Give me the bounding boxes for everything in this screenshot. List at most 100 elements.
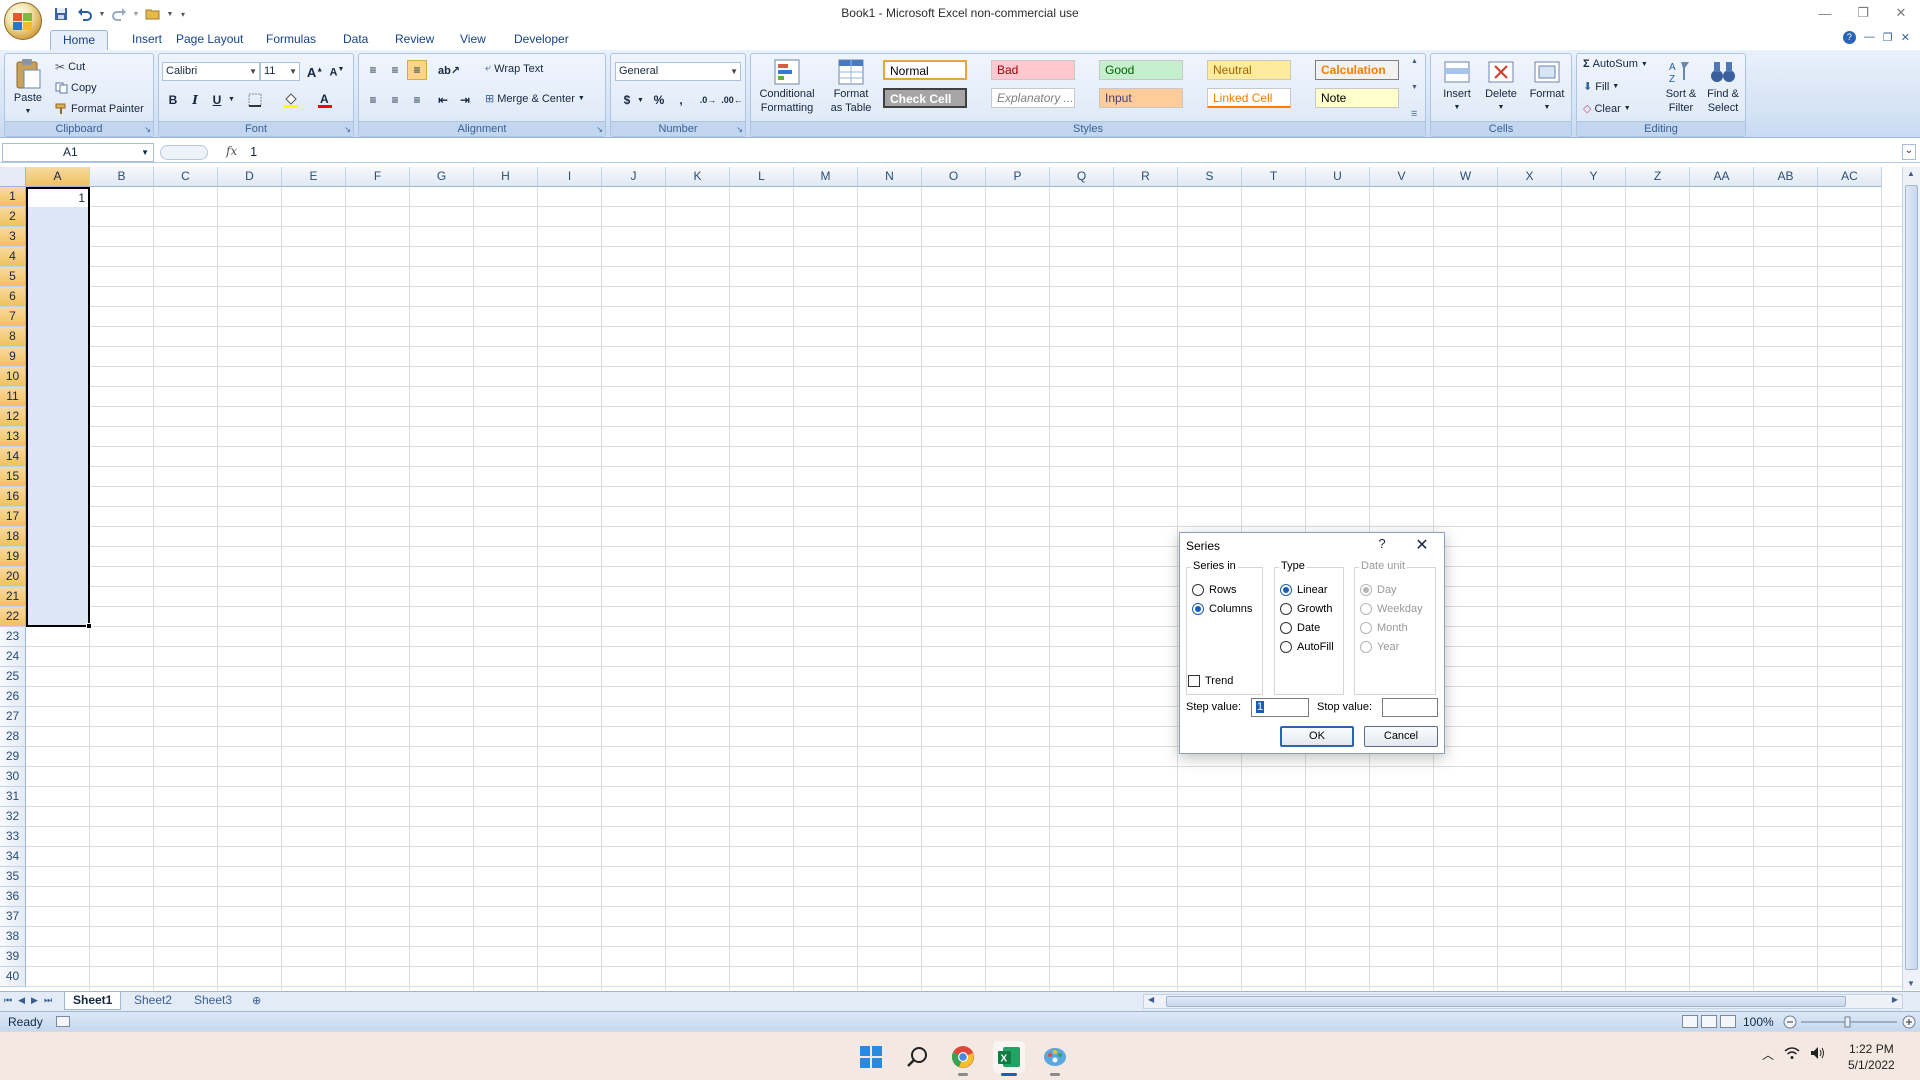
ok-button[interactable]: OK	[1280, 726, 1354, 747]
shrink-font-button[interactable]: A▼	[327, 62, 347, 82]
clipboard-launcher-icon[interactable]: ↘	[144, 125, 151, 134]
cell-a1[interactable]: 1	[28, 189, 88, 207]
tab-page-layout[interactable]: Page Layout	[164, 30, 255, 50]
row-header-29[interactable]: 29	[0, 747, 26, 767]
page-break-view-icon[interactable]	[1720, 1015, 1736, 1028]
workbook-restore-icon[interactable]: ❐	[1883, 31, 1893, 44]
column-header-ac[interactable]: AC	[1818, 167, 1882, 187]
align-center-button[interactable]: ≡	[385, 90, 405, 110]
sheet-tab-sheet1[interactable]: Sheet1	[64, 992, 122, 1010]
stop-value-input[interactable]	[1382, 698, 1438, 717]
align-bottom-button[interactable]: ≡	[407, 60, 427, 80]
row-header-30[interactable]: 30	[0, 767, 26, 787]
column-header-h[interactable]: H	[474, 167, 538, 187]
column-header-j[interactable]: J	[602, 167, 666, 187]
gallery-up-icon[interactable]: ▲	[1411, 58, 1423, 65]
series-rows-radio[interactable]: Rows	[1192, 584, 1237, 596]
macro-record-icon[interactable]	[56, 1016, 70, 1027]
delete-cells-button[interactable]: Delete ▼	[1481, 58, 1521, 114]
column-header-aa[interactable]: AA	[1690, 167, 1754, 187]
row-header-11[interactable]: 11	[0, 387, 26, 407]
column-header-q[interactable]: Q	[1050, 167, 1114, 187]
sort-filter-button[interactable]: AZ Sort & Filter	[1661, 58, 1701, 114]
row-header-37[interactable]: 37	[0, 907, 26, 927]
row-header-16[interactable]: 16	[0, 487, 26, 507]
search-button[interactable]	[901, 1041, 933, 1073]
grow-font-button[interactable]: A▲	[305, 62, 325, 82]
insert-cells-button[interactable]: Insert ▼	[1437, 58, 1477, 114]
prev-sheet-icon[interactable]: ◀	[18, 995, 25, 1006]
row-header-27[interactable]: 27	[0, 707, 26, 727]
font-name-combo[interactable]: Calibri ▼	[162, 62, 260, 81]
orientation-button[interactable]: ab↗	[435, 60, 463, 80]
style-calculation[interactable]: Calculation	[1315, 60, 1399, 80]
format-painter-button[interactable]: Format Painter	[55, 103, 144, 115]
fill-handle[interactable]	[86, 623, 92, 629]
row-header-9[interactable]: 9	[0, 347, 26, 367]
sheet-tab-sheet3[interactable]: Sheet3	[186, 992, 240, 1010]
comma-button[interactable]: ,	[671, 90, 691, 110]
merge-center-button[interactable]: ⊞ Merge & Center ▼	[485, 92, 585, 106]
workbook-close-icon[interactable]: ✕	[1901, 31, 1910, 44]
autosum-button[interactable]: Σ AutoSum ▼	[1583, 58, 1648, 70]
insert-function-icon[interactable]: fx	[226, 144, 237, 158]
scroll-right-icon[interactable]: ▶	[1892, 995, 1898, 1004]
office-button[interactable]	[4, 2, 42, 40]
tab-developer[interactable]: Developer	[502, 30, 581, 50]
row-header-12[interactable]: 12	[0, 407, 26, 427]
dialog-close-icon[interactable]: ✕	[1412, 535, 1432, 555]
column-header-x[interactable]: X	[1498, 167, 1562, 187]
column-header-z[interactable]: Z	[1626, 167, 1690, 187]
scroll-down-icon[interactable]: ▼	[1907, 979, 1915, 988]
row-header-6[interactable]: 6	[0, 287, 26, 307]
select-all-corner[interactable]	[0, 167, 26, 187]
excel-button[interactable]: X	[993, 1041, 1025, 1076]
zoom-slider[interactable]	[1783, 1015, 1917, 1029]
style-explanatory[interactable]: Explanatory ...	[991, 88, 1075, 108]
vertical-scrollbar[interactable]: ▲ ▼	[1902, 167, 1920, 990]
style-neutral[interactable]: Neutral	[1207, 60, 1291, 80]
next-sheet-icon[interactable]: ▶	[31, 995, 38, 1006]
column-header-i[interactable]: I	[538, 167, 602, 187]
column-header-v[interactable]: V	[1370, 167, 1434, 187]
scroll-up-icon[interactable]: ▲	[1907, 169, 1915, 178]
align-right-button[interactable]: ≡	[407, 90, 427, 110]
page-layout-view-icon[interactable]	[1701, 1015, 1717, 1028]
row-header-1[interactable]: 1	[0, 187, 26, 207]
row-header-13[interactable]: 13	[0, 427, 26, 447]
column-header-m[interactable]: M	[794, 167, 858, 187]
selected-range[interactable]: 1	[26, 187, 92, 629]
find-select-button[interactable]: Find & Select	[1703, 58, 1743, 114]
align-left-button[interactable]: ≡	[363, 90, 383, 110]
paste-button[interactable]: Paste ▼	[9, 58, 47, 118]
first-sheet-icon[interactable]: ⏮	[4, 995, 12, 1006]
taskbar-clock[interactable]: 1:22 PM 5/1/2022	[1848, 1041, 1895, 1073]
column-header-u[interactable]: U	[1306, 167, 1370, 187]
type-linear-radio[interactable]: Linear	[1280, 584, 1328, 596]
row-header-4[interactable]: 4	[0, 247, 26, 267]
gallery-more-icon[interactable]: ☰	[1411, 110, 1423, 118]
number-launcher-icon[interactable]: ↘	[736, 125, 743, 134]
column-header-l[interactable]: L	[730, 167, 794, 187]
type-growth-radio[interactable]: Growth	[1280, 603, 1332, 615]
row-header-23[interactable]: 23	[0, 627, 26, 647]
style-check-cell[interactable]: Check Cell	[883, 88, 967, 108]
name-box-dropdown-icon[interactable]: ▼	[141, 144, 149, 161]
decrease-decimal-button[interactable]: .00←	[721, 90, 743, 110]
name-box[interactable]: A1 ▼	[2, 143, 154, 162]
type-date-radio[interactable]: Date	[1280, 622, 1320, 634]
borders-button[interactable]	[245, 90, 265, 110]
row-header-26[interactable]: 26	[0, 687, 26, 707]
column-header-c[interactable]: C	[154, 167, 218, 187]
row-header-38[interactable]: 38	[0, 927, 26, 947]
font-launcher-icon[interactable]: ↘	[344, 125, 351, 134]
alignment-launcher-icon[interactable]: ↘	[596, 125, 603, 134]
row-header-15[interactable]: 15	[0, 467, 26, 487]
row-header-28[interactable]: 28	[0, 727, 26, 747]
wifi-icon[interactable]	[1784, 1046, 1800, 1063]
column-header-o[interactable]: O	[922, 167, 986, 187]
paint-button[interactable]	[1039, 1041, 1071, 1076]
column-header-d[interactable]: D	[218, 167, 282, 187]
row-header-34[interactable]: 34	[0, 847, 26, 867]
sheet-tab-sheet2[interactable]: Sheet2	[126, 992, 180, 1010]
